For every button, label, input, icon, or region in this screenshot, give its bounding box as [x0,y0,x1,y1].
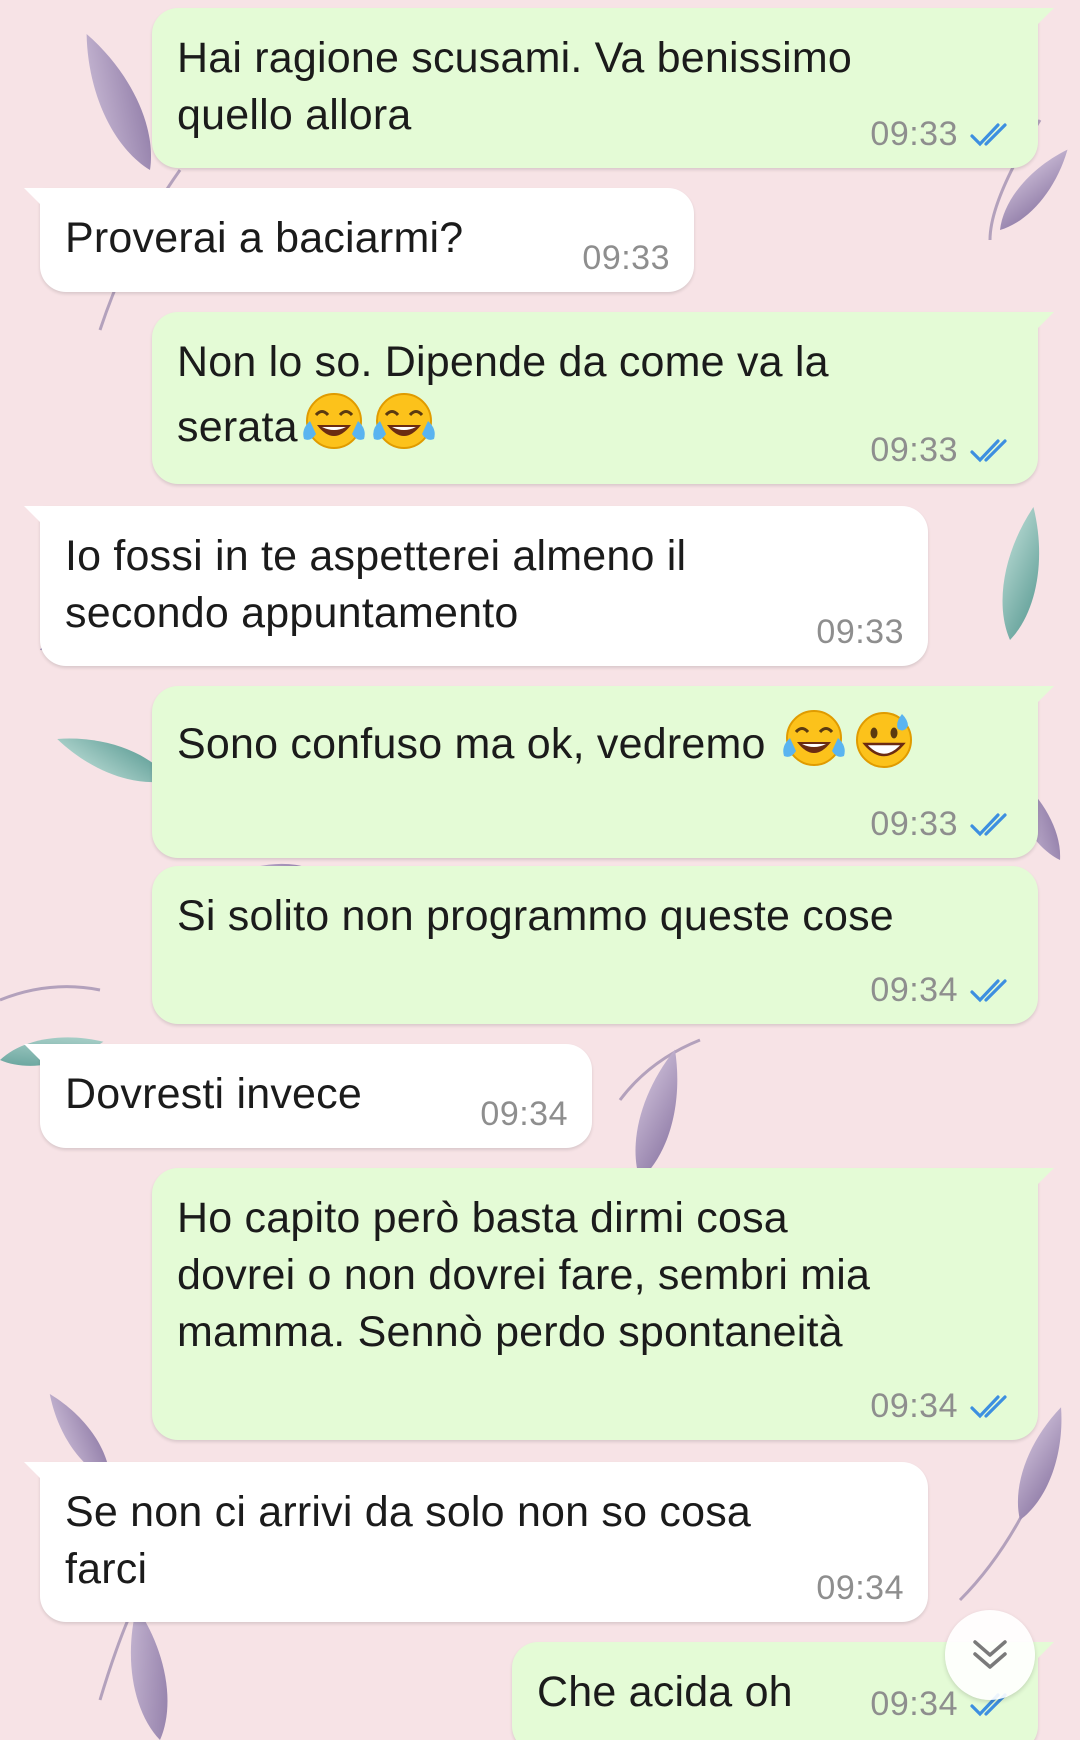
message-text: Io fossi in te aspetterei almeno il seco… [65,532,687,637]
bubble-tail [24,188,46,210]
bubble-tail [1032,686,1054,708]
double-check-read-icon [970,812,1007,836]
message-text: Sono confuso ma ok, vedremo [177,708,918,773]
message-text: Se non ci arrivi da solo non so cosa far… [65,1488,752,1593]
message-text: Che acida oh [537,1668,793,1716]
message-bubble-incoming[interactable]: Proverai a baciarmi? 09:33 [24,188,694,292]
message-meta: 09:33 [870,431,1014,470]
message-text: Hai ragione scusami. Va benissimo quello… [177,34,852,139]
message-time: 09:33 [816,613,904,651]
bubble-tail [24,506,46,528]
message-bubble-incoming[interactable]: Io fossi in te aspetterei almeno il seco… [24,506,928,666]
face-with-tears-of-joy-icon [372,393,435,449]
double-check-read-icon [970,122,1007,146]
message-bubble-outgoing[interactable]: Si solito non programmo queste cose 09:3… [152,866,1038,1024]
face-with-tears-of-joy-icon [783,710,845,766]
message-meta: 09:33 [816,613,904,652]
message-meta: 09:34 [870,971,1014,1010]
bubble-tail [24,1462,46,1484]
double-chevron-down-icon [973,1640,1007,1669]
message-text-content: Non lo so. Dipende da come va la serata [177,338,829,451]
message-text: Non lo so. Dipende da come va la serata [177,334,829,456]
bubble-tail [1032,8,1054,30]
face-with-tears-of-joy-icon [302,393,365,449]
message-meta: 09:33 [582,239,670,278]
message-bubble-outgoing[interactable]: Hai ragione scusami. Va benissimo quello… [152,8,1054,168]
message-meta: 09:34 [480,1095,568,1134]
message-meta: 09:33 [870,115,1014,154]
message-time: 09:34 [870,1387,958,1425]
message-time: 09:34 [480,1095,568,1133]
message-bubble-outgoing[interactable]: Ho capito però basta dirmi cosa dovrei o… [152,1168,1054,1440]
bubble-tail [1032,312,1054,334]
message-time: 09:33 [870,115,958,153]
message-time: 09:34 [870,971,958,1009]
bubble-tail [1032,1168,1054,1190]
message-time: 09:33 [870,431,958,469]
message-time: 09:34 [870,1685,958,1723]
message-bubble-incoming[interactable]: Dovresti invece 09:34 [24,1044,592,1148]
message-time: 09:33 [870,805,958,843]
message-meta: 09:34 [870,1387,1014,1426]
message-text: Si solito non programmo queste cose [177,892,894,940]
message-text: Ho capito però basta dirmi cosa dovrei o… [177,1194,871,1356]
message-text: Proverai a baciarmi? [65,214,464,262]
message-bubble-incoming[interactable]: Se non ci arrivi da solo non so cosa far… [24,1462,928,1622]
message-text: Dovresti invece [65,1070,362,1118]
message-time: 09:33 [582,239,670,277]
double-check-read-icon [970,1394,1007,1418]
message-meta: 09:34 [816,1569,904,1608]
message-text-content: Sono confuso ma ok, vedremo [177,720,766,768]
message-meta: 09:33 [870,805,1014,844]
double-check-read-icon [970,978,1007,1002]
scroll-to-bottom-button[interactable] [945,1610,1035,1700]
bubble-tail [1032,1642,1054,1664]
double-check-read-icon [970,438,1007,462]
bubble-tail [24,1044,46,1066]
message-time: 09:34 [816,1569,904,1607]
grinning-face-with-sweat-icon [855,712,912,768]
message-bubble-outgoing[interactable]: Non lo so. Dipende da come va la serata … [152,312,1054,484]
message-bubble-outgoing[interactable]: Sono confuso ma ok, vedremo 09:33 [152,686,1054,858]
